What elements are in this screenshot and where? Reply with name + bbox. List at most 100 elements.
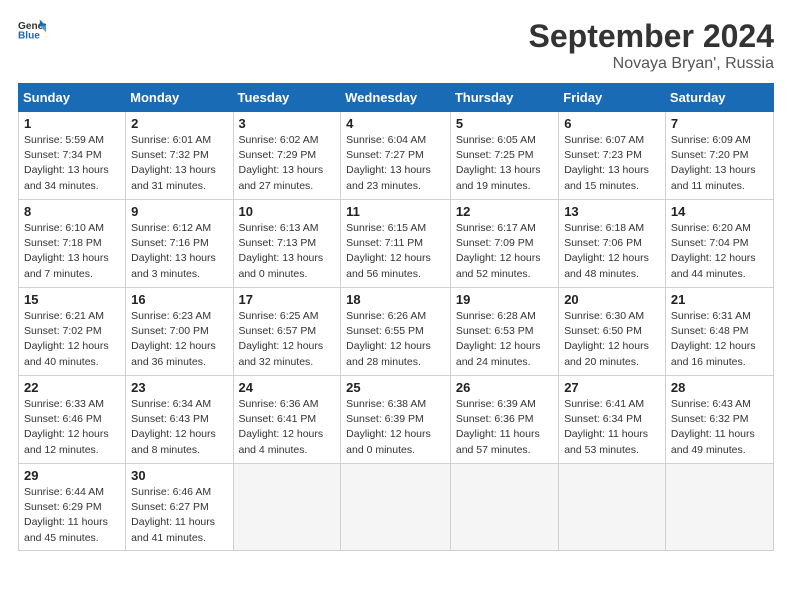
day-number: 2: [131, 116, 227, 131]
day-number: 7: [671, 116, 768, 131]
title-location: Novaya Bryan', Russia: [529, 55, 774, 73]
day-info: Sunrise: 6:02 AMSunset: 7:29 PMDaylight:…: [239, 133, 336, 194]
day-number: 10: [239, 204, 336, 219]
day-info: Sunrise: 6:43 AMSunset: 6:32 PMDaylight:…: [671, 397, 768, 458]
day-cell-22: 22 Sunrise: 6:33 AMSunset: 6:46 PMDaylig…: [19, 376, 126, 464]
header-tuesday: Tuesday: [233, 84, 341, 112]
day-info: Sunrise: 6:31 AMSunset: 6:48 PMDaylight:…: [671, 309, 768, 370]
header-monday: Monday: [126, 84, 233, 112]
day-number: 23: [131, 380, 227, 395]
logo-icon: General Blue: [18, 18, 46, 40]
day-number: 30: [131, 468, 227, 483]
day-number: 25: [346, 380, 445, 395]
day-cell-19: 19 Sunrise: 6:28 AMSunset: 6:53 PMDaylig…: [450, 288, 558, 376]
empty-cell: [233, 464, 341, 551]
day-cell-23: 23 Sunrise: 6:34 AMSunset: 6:43 PMDaylig…: [126, 376, 233, 464]
day-number: 17: [239, 292, 336, 307]
day-number: 22: [24, 380, 120, 395]
day-cell-13: 13 Sunrise: 6:18 AMSunset: 7:06 PMDaylig…: [559, 200, 666, 288]
day-info: Sunrise: 6:13 AMSunset: 7:13 PMDaylight:…: [239, 221, 336, 282]
day-info: Sunrise: 6:30 AMSunset: 6:50 PMDaylight:…: [564, 309, 660, 370]
day-number: 16: [131, 292, 227, 307]
day-cell-1: 1 Sunrise: 5:59 AMSunset: 7:34 PMDayligh…: [19, 112, 126, 200]
day-cell-9: 9 Sunrise: 6:12 AMSunset: 7:16 PMDayligh…: [126, 200, 233, 288]
day-cell-14: 14 Sunrise: 6:20 AMSunset: 7:04 PMDaylig…: [665, 200, 773, 288]
svg-text:Blue: Blue: [18, 30, 40, 40]
day-cell-2: 2 Sunrise: 6:01 AMSunset: 7:32 PMDayligh…: [126, 112, 233, 200]
day-cell-16: 16 Sunrise: 6:23 AMSunset: 7:00 PMDaylig…: [126, 288, 233, 376]
day-number: 26: [456, 380, 553, 395]
day-cell-27: 27 Sunrise: 6:41 AMSunset: 6:34 PMDaylig…: [559, 376, 666, 464]
day-info: Sunrise: 6:41 AMSunset: 6:34 PMDaylight:…: [564, 397, 660, 458]
day-cell-28: 28 Sunrise: 6:43 AMSunset: 6:32 PMDaylig…: [665, 376, 773, 464]
day-info: Sunrise: 6:23 AMSunset: 7:00 PMDaylight:…: [131, 309, 227, 370]
day-cell-10: 10 Sunrise: 6:13 AMSunset: 7:13 PMDaylig…: [233, 200, 341, 288]
day-cell-8: 8 Sunrise: 6:10 AMSunset: 7:18 PMDayligh…: [19, 200, 126, 288]
day-cell-26: 26 Sunrise: 6:39 AMSunset: 6:36 PMDaylig…: [450, 376, 558, 464]
day-number: 13: [564, 204, 660, 219]
day-cell-15: 15 Sunrise: 6:21 AMSunset: 7:02 PMDaylig…: [19, 288, 126, 376]
page: General Blue September 2024 Novaya Bryan…: [0, 0, 792, 612]
day-number: 11: [346, 204, 445, 219]
weekday-header-row: Sunday Monday Tuesday Wednesday Thursday…: [19, 84, 774, 112]
day-info: Sunrise: 6:44 AMSunset: 6:29 PMDaylight:…: [24, 485, 120, 546]
day-cell-11: 11 Sunrise: 6:15 AMSunset: 7:11 PMDaylig…: [341, 200, 451, 288]
day-info: Sunrise: 6:21 AMSunset: 7:02 PMDaylight:…: [24, 309, 120, 370]
day-cell-7: 7 Sunrise: 6:09 AMSunset: 7:20 PMDayligh…: [665, 112, 773, 200]
day-info: Sunrise: 6:15 AMSunset: 7:11 PMDaylight:…: [346, 221, 445, 282]
day-info: Sunrise: 6:12 AMSunset: 7:16 PMDaylight:…: [131, 221, 227, 282]
day-number: 12: [456, 204, 553, 219]
day-number: 28: [671, 380, 768, 395]
week-row-2: 8 Sunrise: 6:10 AMSunset: 7:18 PMDayligh…: [19, 200, 774, 288]
day-info: Sunrise: 6:04 AMSunset: 7:27 PMDaylight:…: [346, 133, 445, 194]
title-block: September 2024 Novaya Bryan', Russia: [529, 18, 774, 73]
day-info: Sunrise: 6:46 AMSunset: 6:27 PMDaylight:…: [131, 485, 227, 546]
day-number: 19: [456, 292, 553, 307]
logo: General Blue: [18, 18, 46, 40]
day-number: 24: [239, 380, 336, 395]
day-info: Sunrise: 6:38 AMSunset: 6:39 PMDaylight:…: [346, 397, 445, 458]
title-month: September 2024: [529, 18, 774, 55]
day-number: 1: [24, 116, 120, 131]
day-cell-3: 3 Sunrise: 6:02 AMSunset: 7:29 PMDayligh…: [233, 112, 341, 200]
empty-cell: [450, 464, 558, 551]
day-number: 8: [24, 204, 120, 219]
header-friday: Friday: [559, 84, 666, 112]
day-cell-29: 29 Sunrise: 6:44 AMSunset: 6:29 PMDaylig…: [19, 464, 126, 551]
day-number: 9: [131, 204, 227, 219]
day-number: 3: [239, 116, 336, 131]
day-info: Sunrise: 6:39 AMSunset: 6:36 PMDaylight:…: [456, 397, 553, 458]
day-cell-30: 30 Sunrise: 6:46 AMSunset: 6:27 PMDaylig…: [126, 464, 233, 551]
header-sunday: Sunday: [19, 84, 126, 112]
day-info: Sunrise: 6:01 AMSunset: 7:32 PMDaylight:…: [131, 133, 227, 194]
day-number: 15: [24, 292, 120, 307]
day-cell-17: 17 Sunrise: 6:25 AMSunset: 6:57 PMDaylig…: [233, 288, 341, 376]
day-info: Sunrise: 6:20 AMSunset: 7:04 PMDaylight:…: [671, 221, 768, 282]
week-row-5: 29 Sunrise: 6:44 AMSunset: 6:29 PMDaylig…: [19, 464, 774, 551]
day-info: Sunrise: 6:09 AMSunset: 7:20 PMDaylight:…: [671, 133, 768, 194]
day-cell-25: 25 Sunrise: 6:38 AMSunset: 6:39 PMDaylig…: [341, 376, 451, 464]
day-cell-20: 20 Sunrise: 6:30 AMSunset: 6:50 PMDaylig…: [559, 288, 666, 376]
empty-cell: [665, 464, 773, 551]
day-info: Sunrise: 6:33 AMSunset: 6:46 PMDaylight:…: [24, 397, 120, 458]
day-cell-6: 6 Sunrise: 6:07 AMSunset: 7:23 PMDayligh…: [559, 112, 666, 200]
day-number: 14: [671, 204, 768, 219]
day-number: 21: [671, 292, 768, 307]
day-info: Sunrise: 5:59 AMSunset: 7:34 PMDaylight:…: [24, 133, 120, 194]
day-number: 5: [456, 116, 553, 131]
day-info: Sunrise: 6:07 AMSunset: 7:23 PMDaylight:…: [564, 133, 660, 194]
header-saturday: Saturday: [665, 84, 773, 112]
day-number: 29: [24, 468, 120, 483]
header-thursday: Thursday: [450, 84, 558, 112]
day-info: Sunrise: 6:10 AMSunset: 7:18 PMDaylight:…: [24, 221, 120, 282]
day-cell-21: 21 Sunrise: 6:31 AMSunset: 6:48 PMDaylig…: [665, 288, 773, 376]
calendar-table: Sunday Monday Tuesday Wednesday Thursday…: [18, 83, 774, 551]
day-info: Sunrise: 6:17 AMSunset: 7:09 PMDaylight:…: [456, 221, 553, 282]
day-info: Sunrise: 6:28 AMSunset: 6:53 PMDaylight:…: [456, 309, 553, 370]
day-cell-18: 18 Sunrise: 6:26 AMSunset: 6:55 PMDaylig…: [341, 288, 451, 376]
header: General Blue September 2024 Novaya Bryan…: [18, 18, 774, 73]
week-row-1: 1 Sunrise: 5:59 AMSunset: 7:34 PMDayligh…: [19, 112, 774, 200]
day-info: Sunrise: 6:26 AMSunset: 6:55 PMDaylight:…: [346, 309, 445, 370]
day-info: Sunrise: 6:05 AMSunset: 7:25 PMDaylight:…: [456, 133, 553, 194]
empty-cell: [341, 464, 451, 551]
